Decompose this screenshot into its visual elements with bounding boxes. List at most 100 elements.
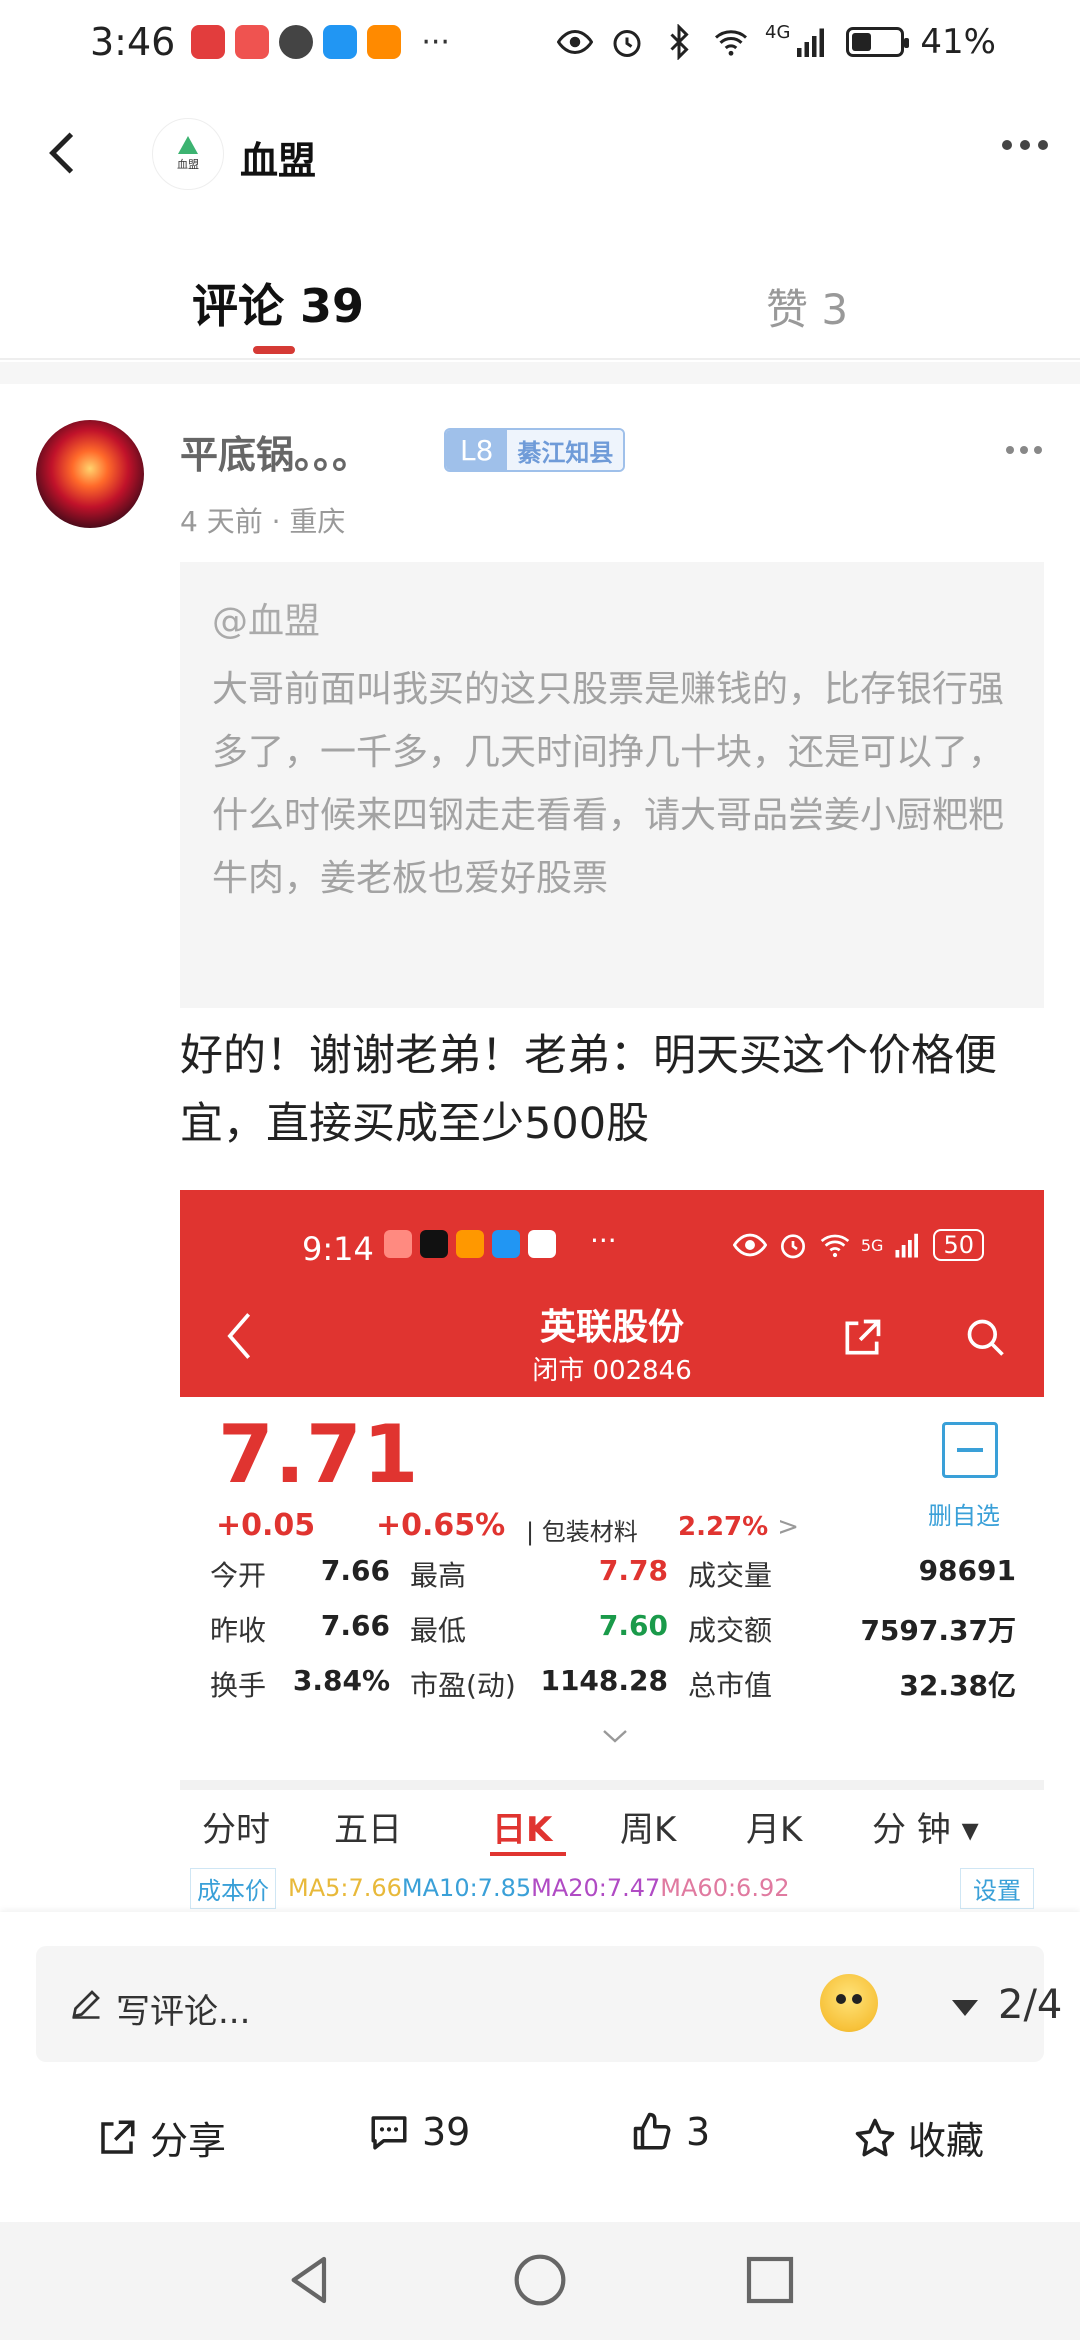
page-title[interactable]: 血盟 (240, 130, 316, 185)
price-change: +0.05 (216, 1508, 316, 1543)
stock-code: 闭市 002846 (532, 1356, 692, 1386)
stock-header: 9:14 ··· 5G 50 英联股份 闭市 002846 (180, 1190, 1044, 1397)
message-icon (492, 1230, 520, 1258)
quote-text: 大哥前面叫我买的这只股票是赚钱的，比存银行强多了，一千多，几天时间挣几十块，还是… (212, 669, 1005, 899)
nav-recents-icon[interactable] (742, 2252, 798, 2308)
emoji-icon[interactable] (820, 1974, 878, 2032)
search-app-icon (323, 25, 358, 59)
stat-label: 成交额 (688, 1614, 773, 1647)
comment-more-button[interactable] (1006, 446, 1042, 454)
ma-value: MA10:7.85 (401, 1874, 532, 1902)
stat-label: 昨收 (210, 1614, 267, 1647)
attached-image[interactable]: 9:14 ··· 5G 50 英联股份 闭市 002846 7.71 +0.05… (180, 1190, 1044, 1910)
comment-count-button[interactable]: 39 (368, 2110, 470, 2154)
embedded-notification-icons (384, 1230, 556, 1258)
chart-tab: 五日 (334, 1810, 402, 1850)
nav-home-icon[interactable] (512, 2252, 568, 2308)
logo-text: 血盟 (177, 158, 199, 171)
comment-placeholder: 写评论... (116, 1992, 251, 2032)
star-icon (855, 2118, 895, 2156)
chart-tab: 分时 (202, 1810, 270, 1850)
triangle-down-icon[interactable] (952, 2000, 978, 2016)
stat-label: 最低 (410, 1614, 467, 1647)
app-notification-icon (191, 25, 226, 59)
favorite-button[interactable]: 收藏 (854, 2110, 984, 2165)
comment-input[interactable]: 写评论... 2/4 (36, 1946, 1062, 2062)
ma-value: MA20:7.47 (531, 1874, 661, 1902)
remove-watchlist-icon (942, 1422, 998, 1478)
section-divider (0, 362, 1080, 384)
stock-price: 7.71 (218, 1408, 420, 1501)
comment-icon (371, 2116, 407, 2150)
level-title: 綦江知县 (507, 430, 624, 470)
like-button[interactable]: 3 (632, 2110, 710, 2154)
app-icon (384, 1230, 412, 1258)
stat-value: 7.66 (320, 1609, 390, 1642)
embedded-more-icon: ··· (590, 1224, 617, 1257)
huawei-app-icon (235, 25, 270, 59)
tab-comments[interactable]: 评论 39 (192, 270, 364, 336)
notification-icons: ··· (191, 25, 450, 60)
video-app-icon (367, 25, 402, 59)
alarm-icon (613, 30, 641, 57)
chart-tab: 周K (620, 1810, 677, 1850)
level-badge: L8 綦江知县 (444, 428, 626, 472)
chevron-down-icon (603, 1730, 627, 1743)
group-logo[interactable]: 血盟 (152, 118, 224, 190)
nav-back-icon[interactable] (282, 2252, 338, 2308)
share-label: 分享 (150, 2119, 227, 2163)
signal-icon (895, 1233, 919, 1258)
quoted-reply[interactable]: @血盟 大哥前面叫我买的这只股票是赚钱的，比存银行强多了，一千多，几天时间挣几十… (180, 562, 1044, 1008)
back-button[interactable] (38, 128, 88, 178)
quote-mention[interactable]: @血盟 (212, 592, 1012, 644)
stat-row: 今开 7.66 最高 7.78 成交量 98691 (210, 1554, 1016, 1609)
price-change-percent: +0.65% (376, 1508, 506, 1543)
username[interactable]: 平底锅。。。 (180, 424, 370, 479)
tiktok-icon (420, 1230, 448, 1258)
app-icon (456, 1230, 484, 1258)
share-icon (845, 1319, 881, 1355)
comment-meta: 4 天前 · 重庆 (180, 505, 346, 538)
tab-likes[interactable]: 赞 3 (766, 276, 848, 337)
comment-count: 39 (422, 2110, 471, 2154)
embedded-divider (180, 1780, 1044, 1790)
stat-label: 今开 (210, 1559, 267, 1592)
status-bar: 3:46 ··· 4G 41% (0, 0, 1080, 84)
more-notifications-icon: ··· (421, 24, 450, 60)
stat-value: 3.84% (292, 1664, 390, 1697)
sector-change-value: 2.27% (678, 1512, 769, 1542)
comment-text: 好的！谢谢老弟！老弟：明天买这个价格便宜，直接买成至少500股 (180, 1031, 997, 1149)
stat-label: 成交量 (688, 1559, 773, 1592)
embedded-battery: 50 (933, 1229, 984, 1261)
wifi-icon (820, 1234, 850, 1258)
stat-label: 最高 (410, 1559, 467, 1592)
moving-average-bar: 成本价 MA5:7.66 MA10:7.85 MA20:7.47 MA60:6.… (190, 1867, 1034, 1909)
avatar[interactable] (36, 420, 144, 528)
network-type: 4G (765, 22, 791, 43)
tab-bar: 评论 39 赞 3 (0, 240, 1080, 360)
stat-row: 昨收 7.66 最低 7.60 成交额 7597.37万 (210, 1609, 1016, 1664)
share-button[interactable]: 分享 (96, 2110, 226, 2165)
ma-value: MA60:6.92 (660, 1874, 790, 1902)
stat-value: 98691 (918, 1554, 1016, 1587)
stat-value: 7.78 (598, 1554, 668, 1587)
bluetooth-icon (670, 24, 689, 60)
chevron-right-icon: > (777, 1512, 800, 1542)
favorite-label: 收藏 (908, 2119, 985, 2163)
image-pager[interactable]: 2/4 (998, 1982, 1062, 2028)
ma-value: MA5:7.66 (288, 1874, 402, 1902)
chart-tab: 月K (746, 1810, 803, 1850)
active-tab-indicator (253, 346, 295, 354)
stat-label: 换手 (210, 1669, 267, 1702)
more-options-button[interactable] (1002, 140, 1048, 150)
status-time: 3:46 (90, 20, 176, 64)
embedded-5g: 5G (860, 1235, 884, 1255)
stat-value: 7597.37万 (860, 1614, 1016, 1647)
signal-icon (797, 28, 825, 57)
ma-settings: 设置 (960, 1867, 1034, 1909)
thumbs-up-icon (633, 2112, 671, 2150)
app-header: 血盟 血盟 (0, 110, 1080, 200)
wifi-icon (715, 30, 748, 56)
stat-row: 换手 3.84% 市盈(动) 1148.28 总市值 32.38亿 (210, 1664, 1016, 1719)
embedded-status-time: 9:14 (302, 1230, 374, 1268)
